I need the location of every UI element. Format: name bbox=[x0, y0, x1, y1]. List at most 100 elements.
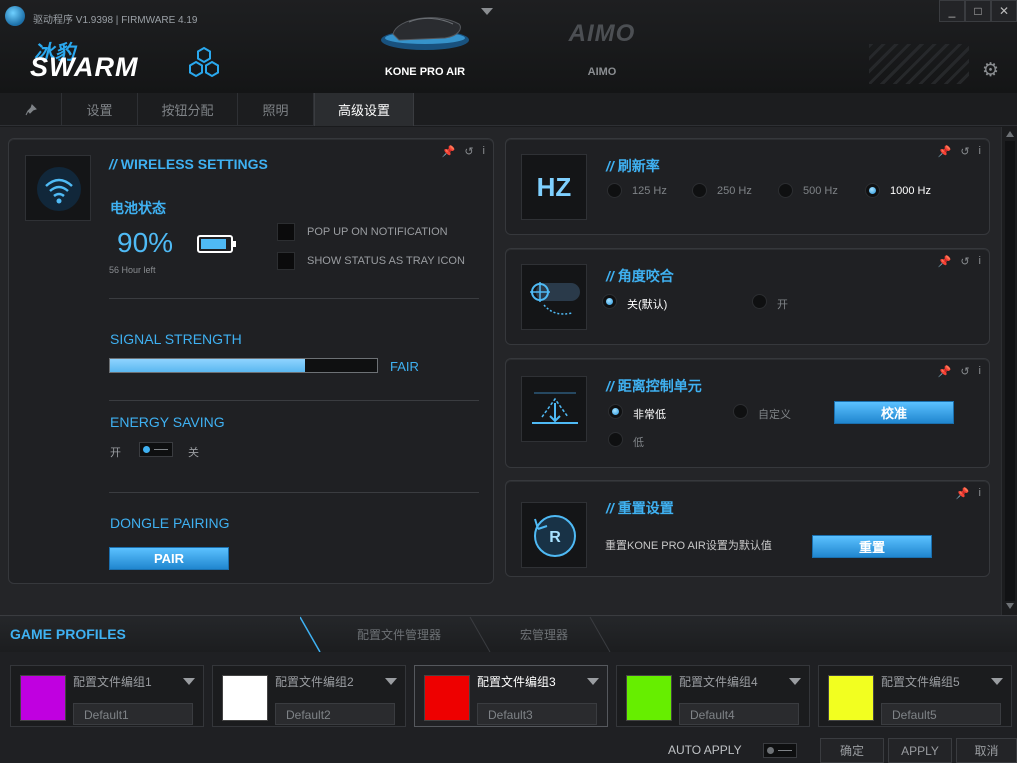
calibrate-button[interactable]: 校准 bbox=[834, 401, 954, 424]
info-icon[interactable]: i bbox=[979, 487, 981, 500]
minimize-button[interactable]: _ bbox=[939, 0, 965, 22]
energy-saving-toggle[interactable] bbox=[139, 442, 173, 457]
pair-button[interactable]: PAIR bbox=[109, 547, 229, 570]
chevron-down-icon[interactable] bbox=[789, 678, 801, 685]
angle-snapping-off-label: 关(默认) bbox=[627, 299, 668, 311]
reset-icon[interactable]: ↺ bbox=[960, 145, 969, 158]
angle-snapping-panel: 📌 ↺ i //角度咬合 关(默认) 开 bbox=[505, 248, 990, 345]
divider bbox=[109, 492, 479, 493]
profile-name: 配置文件编组3 bbox=[477, 675, 556, 689]
profile-color-swatch[interactable] bbox=[626, 675, 672, 721]
cancel-button[interactable]: 取消 bbox=[956, 738, 1017, 763]
scroll-up-icon[interactable] bbox=[1006, 131, 1014, 137]
pin-icon[interactable]: 📌 bbox=[956, 487, 970, 500]
panel-tools: 📌 ↺ i bbox=[938, 365, 981, 378]
scroll-down-icon[interactable] bbox=[1006, 603, 1014, 609]
device-label-aimo: AIMO bbox=[587, 66, 617, 78]
profile-slot-3[interactable]: 配置文件编组3 Default3 bbox=[414, 665, 608, 727]
pin-icon[interactable]: 📌 bbox=[938, 365, 952, 378]
tray-icon-checkbox[interactable] bbox=[277, 252, 295, 270]
lod-low-radio[interactable] bbox=[608, 432, 623, 447]
lod-very-low-radio[interactable] bbox=[608, 404, 623, 419]
maximize-button[interactable]: □ bbox=[965, 0, 991, 22]
info-icon[interactable]: i bbox=[979, 365, 981, 378]
lift-off-distance-panel: 📌 ↺ i //距离控制单元 非常低 自定义 低 校准 bbox=[505, 358, 990, 468]
tab-macro-manager[interactable]: 宏管理器 bbox=[520, 626, 568, 643]
mouse-image-icon bbox=[381, 17, 469, 50]
scrollbar[interactable] bbox=[1001, 127, 1017, 615]
angle-snapping-on-radio[interactable] bbox=[752, 294, 767, 309]
popup-notification-checkbox[interactable] bbox=[277, 223, 295, 241]
aimo-logo: AIMO bbox=[568, 20, 636, 47]
panel-tools: 📌 i bbox=[956, 487, 981, 500]
polling-1000-radio[interactable] bbox=[865, 183, 880, 198]
reset-button[interactable]: 重置 bbox=[812, 535, 932, 558]
lod-custom-radio[interactable] bbox=[733, 404, 748, 419]
signal-text: FAIR bbox=[390, 359, 419, 374]
profile-default-field[interactable]: Default3 bbox=[477, 703, 597, 725]
profiles-tab-shapes bbox=[300, 616, 611, 653]
device-kone-pro-air[interactable]: KONE PRO AIR bbox=[355, 0, 495, 93]
device-dropdown-icon[interactable] bbox=[481, 8, 493, 15]
polling-rate-panel: 📌 ↺ i HZ //刷新率 125 Hz 250 Hz 500 Hz 1000… bbox=[505, 138, 990, 235]
pin-icon[interactable]: 📌 bbox=[938, 255, 952, 268]
polling-250-radio[interactable] bbox=[692, 183, 707, 198]
chevron-down-icon[interactable] bbox=[385, 678, 397, 685]
profile-default-field[interactable]: Default1 bbox=[73, 703, 193, 725]
wireless-title: //WIRELESS SETTINGS bbox=[109, 156, 268, 172]
reset-title: //重置设置 bbox=[606, 500, 674, 516]
panel-tools: 📌 ↺ i bbox=[938, 255, 981, 268]
profile-color-swatch[interactable] bbox=[828, 675, 874, 721]
tab-settings[interactable]: 设置 bbox=[62, 93, 138, 126]
game-profiles-title: GAME PROFILES bbox=[10, 626, 126, 642]
gear-icon[interactable]: ⚙ bbox=[982, 59, 999, 82]
device-aimo[interactable]: AIMO AIMO bbox=[532, 0, 672, 93]
auto-apply-toggle[interactable] bbox=[763, 743, 797, 758]
profile-name: 配置文件编组4 bbox=[679, 675, 758, 689]
angle-snapping-on-label: 开 bbox=[777, 299, 788, 311]
tab-advanced-settings[interactable]: 高级设置 bbox=[314, 93, 414, 126]
profile-default-field[interactable]: Default4 bbox=[679, 703, 799, 725]
info-icon[interactable]: i bbox=[979, 145, 981, 158]
panel-tools: 📌 ↺ i bbox=[938, 145, 981, 158]
ok-button[interactable]: 确定 bbox=[820, 738, 884, 763]
angle-snapping-icon bbox=[521, 264, 587, 330]
profile-default-field[interactable]: Default5 bbox=[881, 703, 1001, 725]
close-button[interactable]: ✕ bbox=[991, 0, 1017, 22]
polling-1000-label: 1000 Hz bbox=[890, 185, 931, 197]
polling-250-label: 250 Hz bbox=[717, 185, 752, 197]
profile-color-swatch[interactable] bbox=[424, 675, 470, 721]
reset-icon[interactable]: ↺ bbox=[960, 365, 969, 378]
reset-icon[interactable]: ↺ bbox=[960, 255, 969, 268]
profile-slot-1[interactable]: 配置文件编组1 Default1 bbox=[10, 665, 204, 727]
pin-icon[interactable]: 📌 bbox=[442, 145, 456, 158]
pin-icon[interactable] bbox=[0, 93, 62, 126]
tab-button-assignment[interactable]: 按钮分配 bbox=[138, 93, 238, 126]
chevron-down-icon[interactable] bbox=[587, 678, 599, 685]
polling-500-radio[interactable] bbox=[778, 183, 793, 198]
hours-left: 56 Hour left bbox=[109, 265, 156, 275]
chevron-down-icon[interactable] bbox=[183, 678, 195, 685]
scroll-thumb[interactable] bbox=[1005, 141, 1015, 601]
angle-snapping-title: //角度咬合 bbox=[606, 268, 674, 284]
chevron-down-icon[interactable] bbox=[991, 678, 1003, 685]
pin-icon[interactable]: 📌 bbox=[938, 145, 952, 158]
lift-off-distance-title: //距离控制单元 bbox=[606, 378, 702, 394]
tab-profile-manager[interactable]: 配置文件管理器 bbox=[357, 626, 441, 643]
polling-125-radio[interactable] bbox=[607, 183, 622, 198]
profile-slot-5[interactable]: 配置文件编组5 Default5 bbox=[818, 665, 1012, 727]
profile-default-field[interactable]: Default2 bbox=[275, 703, 395, 725]
apply-button[interactable]: APPLY bbox=[888, 738, 952, 763]
info-icon[interactable]: i bbox=[979, 255, 981, 268]
angle-snapping-off-radio[interactable] bbox=[602, 294, 617, 309]
profile-color-swatch[interactable] bbox=[222, 675, 268, 721]
divider bbox=[109, 298, 479, 299]
profile-color-swatch[interactable] bbox=[20, 675, 66, 721]
info-icon[interactable]: i bbox=[483, 145, 485, 158]
brand-swarm-logo: SWARM bbox=[30, 52, 139, 82]
reset-icon[interactable]: ↺ bbox=[464, 145, 473, 158]
profile-slot-2[interactable]: 配置文件编组2 Default2 bbox=[212, 665, 406, 727]
tab-lighting[interactable]: 照明 bbox=[238, 93, 314, 126]
profile-name: 配置文件编组2 bbox=[275, 675, 354, 689]
profile-slot-4[interactable]: 配置文件编组4 Default4 bbox=[616, 665, 810, 727]
